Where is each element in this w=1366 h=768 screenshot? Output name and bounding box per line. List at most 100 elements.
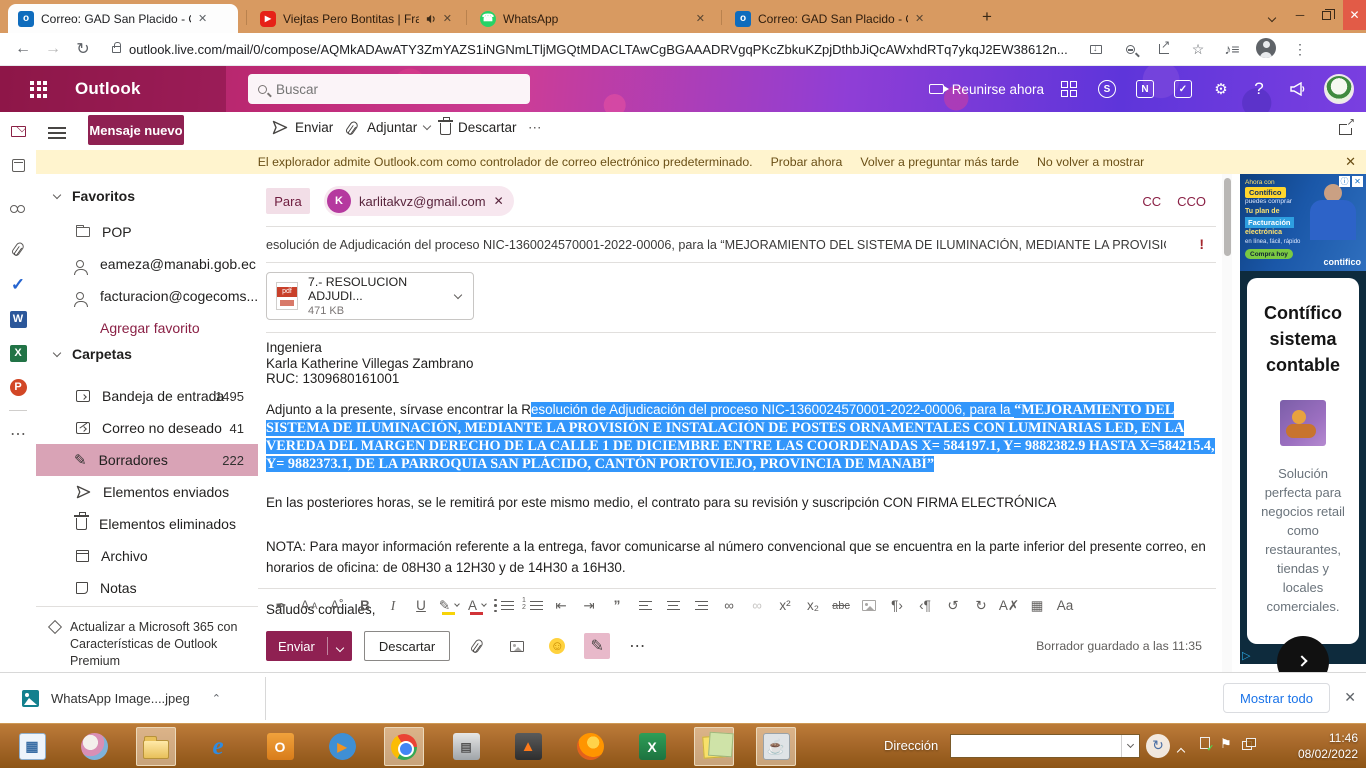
subject-field[interactable]: esolución de Adjudicación del proceso NI…	[266, 238, 1166, 252]
search-bar[interactable]	[248, 74, 530, 104]
sidebar-item-facturacion[interactable]: facturacion@cogecoms...	[36, 280, 258, 312]
taskbar-file-explorer-icon[interactable]	[136, 727, 176, 766]
open-in-new-window-icon[interactable]	[1339, 124, 1352, 135]
insert-pictures-icon[interactable]	[504, 633, 530, 659]
redo-icon[interactable]: ↻	[968, 593, 994, 619]
ad-card[interactable]: Contífico sistema contable Solución perf…	[1247, 278, 1359, 644]
folder-sent[interactable]: Elementos enviados	[36, 476, 258, 508]
excel-icon[interactable]: X	[0, 336, 36, 370]
bold-icon[interactable]: B	[352, 593, 378, 619]
ltr-paragraph-icon[interactable]: ¶›	[884, 593, 910, 619]
align-right-icon[interactable]	[688, 593, 714, 619]
align-center-icon[interactable]	[660, 593, 686, 619]
footer-more-icon[interactable]: ⋯	[624, 633, 650, 659]
folder-junk[interactable]: Correo no deseado 41	[36, 412, 258, 444]
sidebar-item-pop[interactable]: POP	[36, 216, 258, 248]
rtl-paragraph-icon[interactable]: ‹¶	[912, 593, 938, 619]
outlook-logo[interactable]: Outlook	[75, 79, 141, 99]
attach-button[interactable]: Adjuntar	[348, 120, 430, 135]
bookmark-star-icon[interactable]: ☆	[1181, 41, 1215, 58]
window-close-button[interactable]: ✕	[1343, 0, 1366, 30]
folder-notes[interactable]: Notas	[36, 572, 258, 604]
attach-file-icon[interactable]	[464, 633, 490, 659]
apps-grid-icon[interactable]	[1050, 66, 1088, 112]
adchoices-icon[interactable]: ▷	[1242, 649, 1250, 662]
settings-gear-icon[interactable]: ⚙	[1202, 66, 1240, 112]
profile-avatar[interactable]	[1249, 38, 1283, 61]
taskbar-sticky-notes-icon[interactable]	[694, 727, 734, 766]
meet-now-button[interactable]: Reunirse ahora	[929, 82, 1044, 97]
new-message-button[interactable]: Mensaje nuevo	[88, 115, 184, 145]
banner-ask-later-link[interactable]: Volver a preguntar más tarde	[860, 155, 1019, 169]
attachment-menu-chevron-icon[interactable]	[454, 290, 462, 298]
folder-archive[interactable]: Archivo	[36, 540, 258, 572]
skype-icon[interactable]: S	[1088, 66, 1126, 112]
insert-table-icon[interactable]: ▦	[1024, 593, 1050, 619]
zoom-out-icon[interactable]	[1113, 41, 1147, 57]
tab-close-icon[interactable]: ✕	[198, 12, 207, 25]
taskbar-excel-icon[interactable]: X	[632, 727, 672, 766]
share-icon[interactable]	[1147, 41, 1181, 57]
banner-close-icon[interactable]: ✕	[1345, 154, 1356, 170]
window-restore-button[interactable]	[1312, 0, 1340, 30]
mail-module-icon[interactable]	[0, 114, 36, 148]
recipient-chip[interactable]: K karlitakvz@gmail.com ✕	[324, 186, 514, 216]
decrease-indent-icon[interactable]: ⇤	[548, 593, 574, 619]
taskbar-outlook-icon[interactable]: O	[260, 727, 300, 766]
tray-expand-chevron-icon[interactable]	[1178, 742, 1184, 760]
ad-close-icon[interactable]: ✕	[1352, 176, 1363, 187]
tab-close-icon[interactable]: ✕	[915, 12, 924, 25]
ad-banner-image[interactable]: Ahora con Contífico puedes comprar Tu pl…	[1240, 174, 1366, 271]
font-name-icon[interactable]: AA	[296, 593, 322, 619]
hamburger-menu-icon[interactable]	[48, 124, 66, 142]
banner-try-now-link[interactable]: Probar ahora	[771, 155, 843, 169]
window-minimize-button[interactable]: ─	[1286, 0, 1314, 30]
todo-module-icon[interactable]: ✓	[0, 268, 36, 302]
account-avatar[interactable]	[1324, 74, 1354, 104]
forward-button[interactable]: →	[38, 40, 68, 58]
tab-whatsapp[interactable]: ☎ WhatsApp ✕	[470, 4, 715, 33]
download-bar-close-icon[interactable]: ✕	[1344, 689, 1356, 706]
add-favorite-link[interactable]: Agregar favorito	[36, 312, 258, 344]
tab-close-icon[interactable]: ✕	[696, 12, 705, 25]
italic-icon[interactable]: I	[380, 593, 406, 619]
cc-button[interactable]: CC	[1142, 194, 1161, 209]
taskbar-java-icon[interactable]: ☕	[756, 727, 796, 766]
attachments-module-icon[interactable]	[0, 232, 36, 266]
compose-scrollbar[interactable]	[1222, 174, 1232, 672]
send-options-chevron-icon[interactable]	[336, 643, 344, 651]
back-button[interactable]: ←	[8, 40, 38, 58]
search-input[interactable]	[276, 82, 496, 97]
browser-menu-icon[interactable]: ⋮	[1283, 41, 1317, 58]
send-button[interactable]: Enviar	[266, 631, 352, 661]
blockquote-icon[interactable]: ”	[604, 593, 630, 619]
banner-never-link[interactable]: No volver a mostrar	[1037, 155, 1144, 169]
url-text[interactable]: outlook.live.com/mail/0/compose/AQMkADAw…	[129, 42, 1079, 57]
taskbar-media-player-icon[interactable]: ▶	[322, 727, 362, 766]
font-color-icon[interactable]: A	[464, 593, 490, 619]
app-launcher-icon[interactable]	[30, 81, 47, 98]
draw-pen-icon[interactable]: ✎	[584, 633, 610, 659]
download-item-chevron-icon[interactable]: ⌃	[212, 692, 221, 705]
numbered-list-icon[interactable]: 12	[520, 593, 546, 619]
taskbar-calculator-icon[interactable]: ▦	[12, 727, 52, 766]
tab-youtube[interactable]: ▶ Viejtas Pero Bontitas | Franco ✕	[250, 4, 462, 33]
strikethrough-icon[interactable]: abc	[828, 593, 854, 619]
rail-more-icon[interactable]: ⋯	[0, 417, 36, 451]
folders-header[interactable]: Carpetas	[54, 346, 132, 362]
action-center-flag-icon[interactable]: ⚑	[1220, 736, 1232, 752]
font-size-icon[interactable]: A˚	[324, 593, 350, 619]
subscript-icon[interactable]: x₂	[800, 593, 826, 619]
superscript-icon[interactable]: x²	[772, 593, 798, 619]
folder-deleted[interactable]: Elementos eliminados	[36, 508, 258, 540]
increase-indent-icon[interactable]: ⇥	[576, 593, 602, 619]
remove-link-icon[interactable]: ∞	[744, 593, 770, 619]
scrollbar-thumb[interactable]	[1224, 178, 1231, 256]
tab-outlook-1[interactable]: o Correo: GAD San Placido - Outlo ✕	[8, 4, 238, 33]
undo-icon[interactable]: ↺	[940, 593, 966, 619]
insert-link-icon[interactable]: ∞	[716, 593, 742, 619]
onenote-icon[interactable]: N	[1126, 66, 1164, 112]
ad-cta-button[interactable]: Compra hoy	[1245, 249, 1293, 259]
taskbar-internet-explorer-icon[interactable]: e	[198, 727, 238, 766]
download-item[interactable]: WhatsApp Image....jpeg ⌃	[12, 681, 231, 715]
